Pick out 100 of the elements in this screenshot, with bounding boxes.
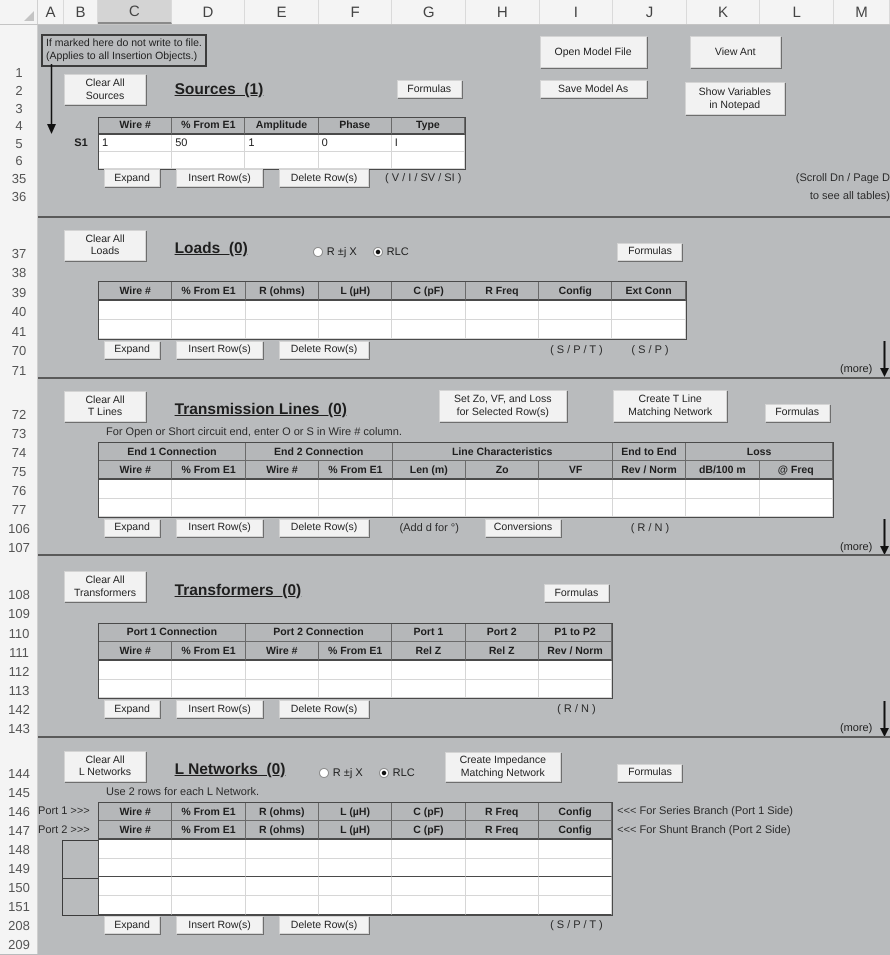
row-number: 37 [12, 246, 26, 262]
column-header: Rev / Norm [612, 461, 686, 480]
column-header: Wire # [99, 118, 172, 135]
delete-rows-button[interactable]: Delete Row(s) [279, 340, 369, 358]
row-number: 3 [15, 100, 23, 117]
section-title: Loads (0) [174, 240, 248, 259]
column-header: Wire # [99, 821, 172, 840]
column-letter[interactable]: E [245, 0, 319, 24]
column-header: % From E1 [172, 642, 246, 661]
column-letter[interactable]: D [172, 0, 246, 24]
column-header: R Freq [466, 802, 539, 822]
column-letter[interactable]: F [318, 0, 392, 24]
clear-all-button[interactable]: Clear All Loads [64, 230, 146, 261]
row-number: 145 [8, 785, 30, 802]
row-number: 144 [8, 766, 30, 783]
insert-rows-button[interactable]: Insert Row(s) [176, 700, 263, 718]
clear-all-button[interactable]: Clear All T Lines [64, 390, 146, 422]
row-number: 74 [12, 444, 26, 461]
radio-button[interactable]: RLC [378, 766, 415, 779]
clear-all-button[interactable]: Clear All Sources [64, 74, 146, 105]
radio-button[interactable]: R ±j X [312, 246, 357, 258]
table-cell [62, 878, 98, 916]
save-model-as-button[interactable]: Save Model As [540, 80, 647, 98]
radio-button[interactable]: RLC [372, 246, 409, 258]
column-letter[interactable]: A [38, 0, 64, 24]
formulas-button[interactable]: Formulas [396, 80, 462, 98]
table-cell: 1 [99, 134, 172, 152]
create-matching-network-button[interactable]: Create T Line Matching Network [613, 390, 728, 422]
row-number: 149 [8, 861, 30, 878]
expand-button[interactable]: Expand [104, 169, 160, 188]
column-header: R (ohms) [246, 821, 319, 840]
column-header: P1 to P2 [538, 624, 612, 642]
delete-rows-button[interactable]: Delete Row(s) [279, 169, 369, 188]
delete-rows-button[interactable]: Delete Row(s) [279, 700, 369, 718]
row-number: 4 [15, 118, 23, 134]
row-number: 76 [12, 482, 26, 500]
row-number: 38 [12, 265, 26, 282]
column-letter[interactable]: K [686, 0, 760, 24]
row-number: 112 [8, 664, 30, 680]
formulas-button[interactable]: Formulas [617, 764, 682, 782]
set-line-values-button[interactable]: Set Zo, VF, and Loss for Selected Row(s) [438, 390, 567, 422]
column-header: Amplitude [245, 118, 319, 135]
column-letter[interactable]: I [540, 0, 614, 24]
formulas-button[interactable]: Formulas [617, 242, 682, 261]
section-title: Transformers (0) [174, 582, 302, 600]
table-cell: 50 [172, 134, 246, 152]
column-header: End 1 Connection [99, 442, 246, 462]
config-hint: ( R / N ) [630, 522, 670, 534]
notice-label: If marked here do not write to file. (Applies to all Insertion Objects.) [41, 34, 207, 67]
insert-rows-button[interactable]: Insert Row(s) [176, 169, 263, 188]
show-variables-button[interactable]: Show Variables in Notepad [684, 82, 785, 115]
config-hint: ( S / P ) [631, 344, 668, 356]
column-letter[interactable]: G [392, 0, 466, 24]
row-number: 5 [15, 136, 23, 152]
config-hint: ( R / N ) [557, 702, 596, 715]
expand-button[interactable]: Expand [104, 340, 160, 358]
column-header: @ Freq [760, 461, 833, 480]
insert-rows-button[interactable]: Insert Row(s) [176, 518, 263, 537]
create-matching-network-button[interactable]: Create Impedance Matching Network [444, 752, 561, 782]
open-model-file-button[interactable]: Open Model File [540, 36, 647, 68]
row-number: 143 [8, 721, 30, 738]
column-letter[interactable]: H [466, 0, 540, 24]
column-header: Wire # [99, 461, 172, 480]
more-label: (more) [840, 722, 872, 734]
column-header: Rel Z [392, 642, 466, 661]
column-letter[interactable]: J [613, 0, 687, 24]
insert-rows-button[interactable]: Insert Row(s) [176, 340, 263, 358]
formulas-button[interactable]: Formulas [764, 404, 830, 422]
column-letter[interactable]: L [760, 0, 834, 24]
clear-all-button[interactable]: Clear All L Networks [64, 750, 146, 782]
expand-button[interactable]: Expand [104, 518, 160, 537]
row-number: 77 [12, 502, 26, 518]
row-number: 113 [8, 683, 30, 700]
select-all-icon[interactable] [24, 11, 34, 21]
down-arrow-icon [880, 341, 889, 378]
more-label: (more) [840, 540, 872, 553]
port-label: Port 2 >>> [38, 824, 90, 836]
expand-button[interactable]: Expand [104, 700, 160, 718]
table-cell: I [392, 134, 465, 152]
column-header: % From E1 [172, 282, 246, 302]
clear-all-button[interactable]: Clear All Transformers [64, 571, 146, 602]
column-letter[interactable]: C [98, 0, 172, 24]
row-number: 110 [8, 626, 30, 642]
row-number: 6 [15, 153, 23, 170]
radio-button[interactable]: R ±j X [318, 766, 363, 779]
config-hint: ( S / P / T ) [550, 919, 603, 932]
delete-rows-button[interactable]: Delete Row(s) [279, 916, 369, 934]
view-ant-button[interactable]: View Ant [690, 36, 781, 68]
column-header: Len (m) [392, 461, 466, 480]
column-letter[interactable]: M [834, 0, 890, 24]
conversions-button[interactable]: Conversions [484, 518, 561, 537]
expand-button[interactable]: Expand [104, 916, 160, 934]
row-number: 1 [15, 65, 23, 82]
delete-rows-button[interactable]: Delete Row(s) [279, 518, 369, 537]
insert-rows-button[interactable]: Insert Row(s) [176, 916, 263, 934]
row-number: 208 [8, 918, 30, 935]
column-header: C (pF) [392, 821, 466, 840]
column-header: Ext Conn [612, 282, 686, 302]
formulas-button[interactable]: Formulas [544, 584, 609, 602]
branch-note: <<< For Shunt Branch (Port 2 Side) [617, 824, 790, 836]
